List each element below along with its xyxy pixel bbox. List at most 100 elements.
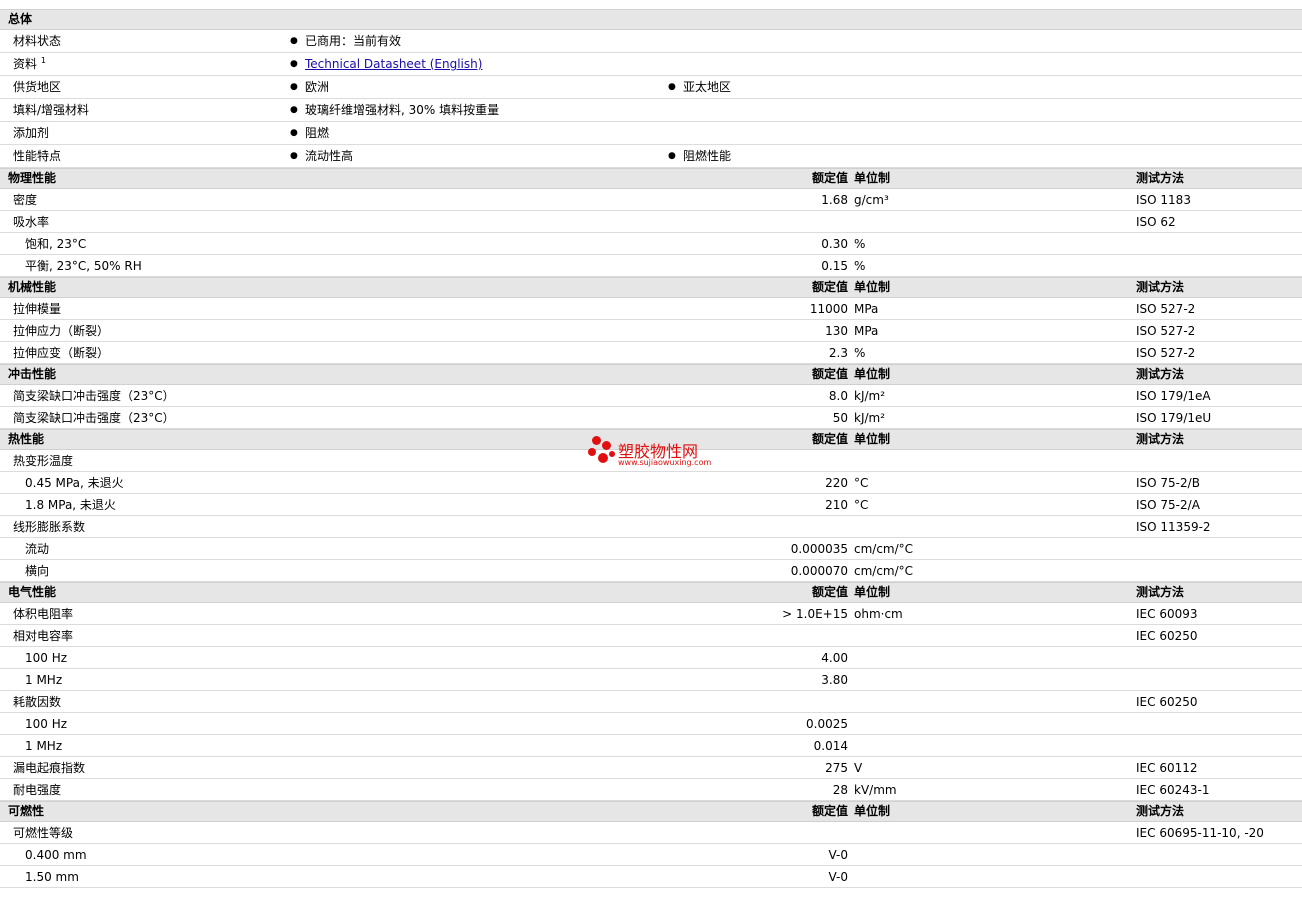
test-method: ISO 11359-2: [1136, 520, 1211, 534]
technical-datasheet-link[interactable]: Technical Datasheet (English): [305, 53, 482, 75]
property-row: 漏电起痕指数 275 V IEC 60112: [0, 757, 1302, 779]
property-label: 吸水率: [13, 215, 50, 229]
property-row: 0.400 mm V-0: [0, 844, 1302, 866]
property-row: 平衡, 23°C, 50% RH 0.15%: [0, 255, 1302, 277]
test-method: ISO 527-2: [1136, 346, 1196, 360]
column-header-method: 测试方法: [1136, 367, 1185, 381]
column-header-value: 额定值: [811, 804, 848, 818]
property-label: 体积电阻率: [13, 607, 74, 621]
row-item: 欧洲: [305, 80, 330, 94]
property-row: 1 MHz 3.80: [0, 669, 1302, 691]
test-method: IEC 60093: [1136, 607, 1198, 621]
test-method: IEC 60250: [1136, 629, 1198, 643]
property-row: 耐电强度 28 kV/mm IEC 60243-1: [0, 779, 1302, 801]
property-unit: cm/cm/°C: [854, 542, 914, 556]
property-unit: kJ/m²: [854, 389, 886, 403]
test-method: IEC 60695-11-10, -20: [1136, 826, 1264, 840]
property-value: 4.00: [821, 651, 848, 665]
property-row: 拉伸模量 11000 MPa ISO 527-2: [0, 298, 1302, 320]
property-row: 相对电容率 IEC 60250: [0, 625, 1302, 647]
property-unit: MPa: [854, 324, 879, 338]
property-label: 饱和, 23°C: [25, 237, 87, 251]
property-label: 拉伸应变（断裂）: [13, 346, 110, 360]
section-header: 可燃性 额定值 单位制 测试方法: [0, 801, 1302, 822]
footnote-mark: 1: [40, 56, 46, 65]
property-label: 拉伸应力（断裂）: [13, 324, 110, 338]
property-label: 热变形温度: [13, 454, 74, 468]
column-header-method: 测试方法: [1136, 432, 1185, 446]
property-value: 0.000035: [790, 542, 848, 556]
property-value: 1.68: [821, 193, 848, 207]
property-value: 0.014: [813, 739, 848, 753]
column-header-method: 测试方法: [1136, 585, 1185, 599]
section-title: 物理性能: [8, 171, 57, 185]
bullet-icon: ●: [290, 128, 298, 138]
property-row: 拉伸应力（断裂） 130 MPa ISO 527-2: [0, 320, 1302, 342]
property-unit: °C: [854, 498, 869, 512]
row-label: 资料 1: [13, 56, 46, 71]
general-row-features: 性能特点 ● 流动性高 ● 阻燃性能: [0, 145, 1302, 168]
general-row-region: 供货地区 ● 欧洲 ● 亚太地区: [0, 76, 1302, 99]
column-header-unit: 单位制: [854, 367, 891, 381]
general-row-additive: 添加剂 ● 阻燃: [0, 122, 1302, 145]
property-row: 1.50 mm V-0: [0, 866, 1302, 888]
row-item: 阻燃性能: [683, 149, 732, 163]
property-value: 210: [825, 498, 848, 512]
property-label: 拉伸模量: [13, 302, 62, 316]
property-label: 耐电强度: [13, 783, 62, 797]
property-label: 0.45 MPa, 未退火: [25, 476, 124, 490]
property-value: 220: [825, 476, 848, 490]
test-method: ISO 75-2/A: [1136, 498, 1200, 512]
property-row: 1.8 MPa, 未退火 210 °C ISO 75-2/A: [0, 494, 1302, 516]
property-value: 28: [832, 783, 848, 797]
property-value: 50: [832, 411, 848, 425]
property-value: 3.80: [821, 673, 848, 687]
bullet-icon: ●: [290, 59, 298, 69]
property-row: 密度 1.68 g/cm³ ISO 1183: [0, 189, 1302, 211]
property-row: 流动 0.000035 cm/cm/°C: [0, 538, 1302, 560]
general-row-status: 材料状态 ● 已商用：当前有效: [0, 30, 1302, 53]
column-header-value: 额定值: [811, 367, 848, 381]
property-unit: V: [854, 761, 863, 775]
property-row: 1 MHz 0.014: [0, 735, 1302, 757]
property-row: 体积电阻率 > 1.0E+15 ohm·cm IEC 60093: [0, 603, 1302, 625]
bullet-icon: ●: [290, 151, 298, 161]
row-label: 填料/增强材料: [13, 103, 90, 117]
property-value: 0.30: [821, 237, 848, 251]
section-title: 热性能: [8, 432, 45, 446]
test-method: IEC 60250: [1136, 695, 1198, 709]
row-label: 添加剂: [13, 126, 50, 140]
column-header-unit: 单位制: [854, 804, 891, 818]
property-label: 1 MHz: [25, 673, 63, 687]
property-unit: cm/cm/°C: [854, 564, 914, 578]
property-row: 100 Hz 0.0025: [0, 713, 1302, 735]
property-unit: MPa: [854, 302, 879, 316]
watermark-logo: 塑胶物性网 www.sujiaowuxing.com: [588, 436, 728, 472]
property-label: 密度: [13, 193, 38, 207]
property-label: 简支梁缺口冲击强度（23°C）: [13, 411, 175, 425]
row-label: 供货地区: [13, 80, 62, 94]
property-row: 简支梁缺口冲击强度（23°C） 8.0 kJ/m² ISO 179/1eA: [0, 385, 1302, 407]
section-header: 物理性能 额定值 单位制 测试方法: [0, 168, 1302, 189]
section-title: 总体: [8, 12, 33, 26]
bullet-icon: ●: [290, 105, 298, 115]
property-row: 简支梁缺口冲击强度（23°C） 50 kJ/m² ISO 179/1eU: [0, 407, 1302, 429]
test-method: ISO 179/1eU: [1136, 411, 1212, 425]
property-value: 130: [825, 324, 848, 338]
column-header-method: 测试方法: [1136, 804, 1185, 818]
column-header-value: 额定值: [811, 585, 848, 599]
row-item: 已商用：当前有效: [305, 34, 402, 48]
section-title: 机械性能: [8, 280, 57, 294]
section-header: 机械性能 额定值 单位制 测试方法: [0, 277, 1302, 298]
section-title: 冲击性能: [8, 367, 57, 381]
property-label: 简支梁缺口冲击强度（23°C）: [13, 389, 175, 403]
column-header-unit: 单位制: [854, 171, 891, 185]
row-item: 阻燃: [305, 126, 330, 140]
column-header-unit: 单位制: [854, 585, 891, 599]
column-header-value: 额定值: [811, 280, 848, 294]
property-unit: kJ/m²: [854, 411, 886, 425]
property-unit: %: [854, 237, 866, 251]
column-header-value: 额定值: [811, 171, 848, 185]
property-value: 0.000070: [790, 564, 848, 578]
property-unit: %: [854, 259, 866, 273]
